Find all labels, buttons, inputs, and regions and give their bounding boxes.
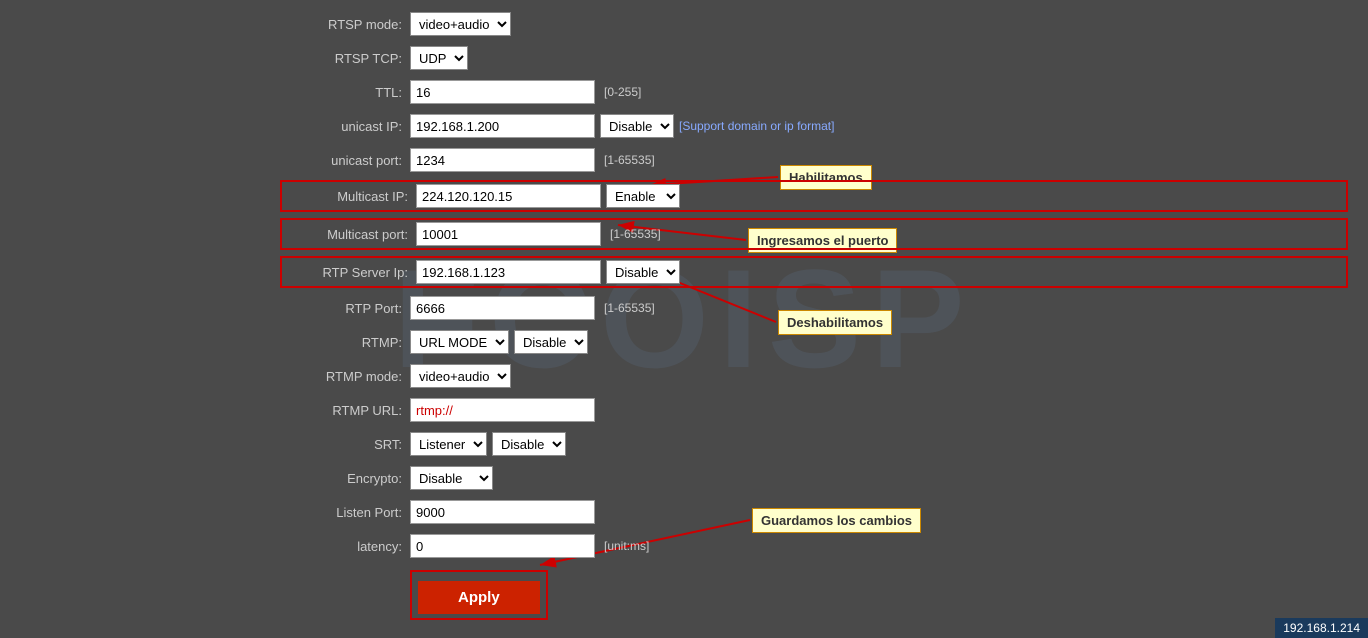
unicast-ip-input[interactable] bbox=[410, 114, 595, 138]
encrypto-row: Encrypto: Disable AES-128 AES-256 bbox=[280, 464, 1348, 492]
apply-button-wrapper: Apply bbox=[410, 570, 548, 620]
rtp-port-hint: [1-65535] bbox=[604, 301, 655, 315]
srt-label: SRT: bbox=[280, 437, 410, 452]
rtsp-mode-select[interactable]: video+audio video audio bbox=[410, 12, 511, 36]
latency-label: latency: bbox=[280, 539, 410, 554]
unicast-port-controls: [1-65535] bbox=[410, 148, 655, 172]
multicast-port-hint: [1-65535] bbox=[610, 227, 661, 241]
apply-button[interactable]: Apply bbox=[418, 581, 540, 614]
unicast-ip-hint: [Support domain or ip format] bbox=[679, 119, 834, 133]
multicast-ip-row: Multicast IP: Enable Disable bbox=[280, 180, 1348, 212]
listen-port-input[interactable] bbox=[410, 500, 595, 524]
listen-port-controls bbox=[410, 500, 595, 524]
ttl-controls: [0-255] bbox=[410, 80, 641, 104]
ttl-row: TTL: [0-255] bbox=[280, 78, 1348, 106]
listen-port-row: Listen Port: bbox=[280, 498, 1348, 526]
rtmp-mode-label: RTMP mode: bbox=[280, 369, 410, 384]
latency-input[interactable] bbox=[410, 534, 595, 558]
listen-port-label: Listen Port: bbox=[280, 505, 410, 520]
rtmp-url-row: RTMP URL: bbox=[280, 396, 1348, 424]
unicast-port-input[interactable] bbox=[410, 148, 595, 172]
srt-enable-select[interactable]: Disable Enable bbox=[492, 432, 566, 456]
apply-row: Apply bbox=[280, 566, 1348, 620]
rtp-port-label: RTP Port: bbox=[280, 301, 410, 316]
rtp-server-ip-select[interactable]: Disable Enable bbox=[606, 260, 680, 284]
rtmp-mode-select[interactable]: URL MODE Stream Key bbox=[410, 330, 509, 354]
rtmp-mode2-select[interactable]: video+audio video audio bbox=[410, 364, 511, 388]
rtsp-tcp-select[interactable]: UDP TCP bbox=[410, 46, 468, 70]
rtmp-url-input[interactable] bbox=[410, 398, 595, 422]
encrypto-select[interactable]: Disable AES-128 AES-256 bbox=[410, 466, 493, 490]
rtsp-tcp-controls: UDP TCP bbox=[410, 46, 468, 70]
rtsp-mode-label: RTSP mode: bbox=[280, 17, 410, 32]
multicast-ip-label: Multicast IP: bbox=[286, 189, 416, 204]
unicast-ip-controls: Disable Enable [Support domain or ip for… bbox=[410, 114, 834, 138]
srt-row: SRT: Listener Caller Disable Enable bbox=[280, 430, 1348, 458]
rtp-port-row: RTP Port: [1-65535] bbox=[280, 294, 1348, 322]
rtp-server-ip-label: RTP Server Ip: bbox=[286, 265, 416, 280]
multicast-ip-input[interactable] bbox=[416, 184, 601, 208]
srt-listener-select[interactable]: Listener Caller bbox=[410, 432, 487, 456]
rtsp-mode-controls: video+audio video audio bbox=[410, 12, 511, 36]
rtsp-mode-row: RTSP mode: video+audio video audio bbox=[280, 10, 1348, 38]
multicast-port-row: Multicast port: [1-65535] bbox=[280, 218, 1348, 250]
ip-badge: 192.168.1.214 bbox=[1275, 618, 1368, 638]
ttl-input[interactable] bbox=[410, 80, 595, 104]
rtp-server-ip-row: RTP Server Ip: Disable Enable bbox=[280, 256, 1348, 288]
multicast-port-controls: [1-65535] bbox=[416, 222, 661, 246]
rtp-server-ip-input[interactable] bbox=[416, 260, 601, 284]
encrypto-controls: Disable AES-128 AES-256 bbox=[410, 466, 493, 490]
unicast-ip-select[interactable]: Disable Enable bbox=[600, 114, 674, 138]
rtmp-mode-row: RTMP mode: video+audio video audio bbox=[280, 362, 1348, 390]
rtmp-controls: URL MODE Stream Key Disable Enable bbox=[410, 330, 588, 354]
rtp-port-controls: [1-65535] bbox=[410, 296, 655, 320]
encrypto-label: Encrypto: bbox=[280, 471, 410, 486]
multicast-port-label: Multicast port: bbox=[286, 227, 416, 242]
rtsp-tcp-label: RTSP TCP: bbox=[280, 51, 410, 66]
multicast-ip-controls: Enable Disable bbox=[416, 184, 680, 208]
rtp-server-ip-controls: Disable Enable bbox=[416, 260, 680, 284]
unicast-port-row: unicast port: [1-65535] bbox=[280, 146, 1348, 174]
rtmp-url-label: RTMP URL: bbox=[280, 403, 410, 418]
unicast-ip-row: unicast IP: Disable Enable [Support doma… bbox=[280, 112, 1348, 140]
latency-hint: [unit:ms] bbox=[604, 539, 649, 553]
multicast-ip-select[interactable]: Enable Disable bbox=[606, 184, 680, 208]
multicast-port-input[interactable] bbox=[416, 222, 601, 246]
rtsp-tcp-row: RTSP TCP: UDP TCP bbox=[280, 44, 1348, 72]
rtp-port-input[interactable] bbox=[410, 296, 595, 320]
rtmp-url-controls bbox=[410, 398, 595, 422]
ttl-hint: [0-255] bbox=[604, 85, 641, 99]
ttl-label: TTL: bbox=[280, 85, 410, 100]
unicast-ip-label: unicast IP: bbox=[280, 119, 410, 134]
rtmp-enable-select[interactable]: Disable Enable bbox=[514, 330, 588, 354]
unicast-port-hint: [1-65535] bbox=[604, 153, 655, 167]
rtmp-mode-controls: video+audio video audio bbox=[410, 364, 511, 388]
latency-row: latency: [unit:ms] bbox=[280, 532, 1348, 560]
unicast-port-label: unicast port: bbox=[280, 153, 410, 168]
rtmp-label: RTMP: bbox=[280, 335, 410, 350]
rtmp-row: RTMP: URL MODE Stream Key Disable Enable bbox=[280, 328, 1348, 356]
latency-controls: [unit:ms] bbox=[410, 534, 649, 558]
srt-controls: Listener Caller Disable Enable bbox=[410, 432, 566, 456]
